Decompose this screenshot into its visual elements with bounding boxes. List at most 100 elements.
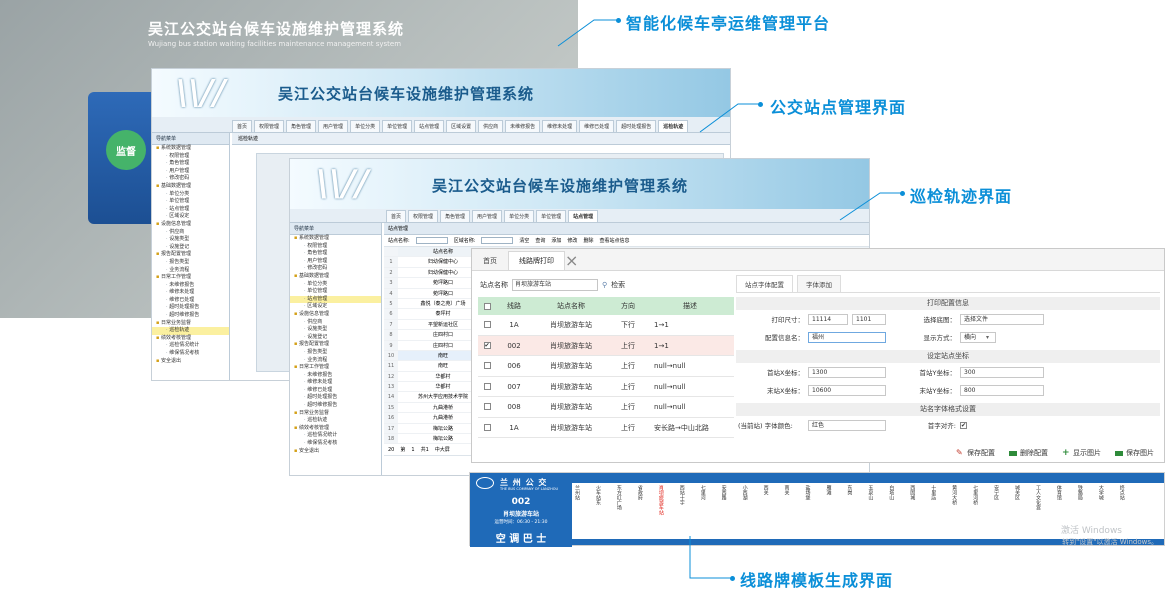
nav-item[interactable]: · 角色管理 (152, 160, 229, 168)
search-input[interactable]: 肖坝旅游车站 (512, 279, 598, 291)
tab-0[interactable]: 首页 (472, 251, 508, 270)
choose-file-button[interactable]: 选择文件 (960, 313, 1044, 325)
tab-6[interactable]: 站点管理 (414, 120, 445, 132)
nav-item[interactable]: · 维修未处理 (290, 379, 381, 387)
tab-font-config[interactable]: 站点字体配置 (736, 275, 793, 292)
search-icon[interactable]: ⚲ (602, 281, 607, 289)
station-name-input[interactable] (415, 237, 448, 244)
row-checkbox[interactable] (398, 424, 408, 433)
nav-item[interactable]: ▪ 基础数据管理 (290, 273, 381, 281)
tab-1[interactable]: 线路牌打印 (508, 251, 565, 270)
nav-item[interactable]: ▪ 报告配置管理 (152, 251, 229, 259)
row-checkbox[interactable] (483, 403, 491, 411)
tab-4[interactable]: 单位分类 (504, 210, 535, 222)
tab-13[interactable]: 巡检轨迹 (658, 120, 689, 132)
nav-item[interactable]: · 巡检情况统计 (152, 342, 229, 350)
row-checkbox[interactable] (398, 434, 408, 443)
row-checkbox[interactable] (398, 320, 408, 329)
query-button[interactable]: 查询 (535, 237, 545, 244)
show-image-button[interactable]: + 显示图片 (1062, 448, 1101, 458)
nav-item[interactable]: · 设施类型 (152, 236, 229, 244)
nav-item[interactable]: · 角色管理 (290, 250, 381, 258)
row-checkbox[interactable] (398, 289, 408, 298)
tab-10[interactable]: 维修未处理 (542, 120, 578, 132)
delete-config-button[interactable]: 删除配置 (1009, 448, 1048, 458)
tab-6[interactable]: 站点管理 (568, 210, 599, 222)
first-y-input[interactable]: 300 (960, 366, 1044, 378)
tab-4[interactable]: 单位分类 (350, 120, 381, 132)
nav-item[interactable]: · 区域设定 (290, 303, 381, 311)
tab-5[interactable]: 单位管理 (536, 210, 567, 222)
table-row[interactable]: 1A 肖坝旅游车站 上行 安长路→中山北路 (478, 418, 734, 438)
row-checkbox[interactable] (398, 278, 408, 287)
row-checkbox[interactable] (398, 361, 408, 370)
row-checkbox[interactable] (398, 268, 408, 277)
last-x-input[interactable]: 10600 (808, 384, 886, 396)
tab-0[interactable]: 首页 (232, 120, 253, 132)
nav-item[interactable]: · 维修未处理 (152, 289, 229, 297)
nav-item[interactable]: · 业务流程 (290, 357, 381, 365)
row-checkbox[interactable] (483, 382, 491, 390)
table-row[interactable]: 007 肖坝旅游车站 上行 null→null (478, 377, 734, 397)
nav-item[interactable]: · 报告类型 (290, 349, 381, 357)
row-checkbox[interactable] (398, 299, 408, 308)
row-checkbox[interactable] (398, 382, 408, 391)
nav-item[interactable]: · 供应商 (152, 229, 229, 237)
save-config-button[interactable]: ✎ 保存配置 (956, 448, 995, 458)
tab-12[interactable]: 超时处理报告 (616, 120, 657, 132)
nav-item[interactable]: · 业务流程 (152, 267, 229, 275)
tab-9[interactable]: 未维修报告 (505, 120, 541, 132)
nav-item[interactable]: · 巡检轨迹 (152, 327, 229, 335)
nav-item[interactable]: · 修改密码 (152, 175, 229, 183)
nav-item[interactable]: ▪ 系统数据管理 (152, 145, 229, 153)
save-image-button[interactable]: 保存图片 (1115, 448, 1154, 458)
tab-0[interactable]: 首页 (386, 210, 407, 222)
select-all-checkbox[interactable] (483, 302, 491, 310)
row-checkbox[interactable]: ✔ (483, 341, 491, 349)
row-checkbox[interactable] (398, 372, 408, 381)
tab-3[interactable]: 用户管理 (318, 120, 349, 132)
nav-item[interactable]: ▪ 日常工作管理 (290, 364, 381, 372)
table-row[interactable]: ✔ 002 肖坝旅游车站 上行 1→1 (478, 335, 734, 356)
row-checkbox[interactable] (398, 351, 408, 360)
print-width-input[interactable]: 11114 (808, 313, 848, 325)
delete-button[interactable]: 删除 (583, 237, 593, 244)
tab-11[interactable]: 维修已处理 (579, 120, 615, 132)
nav-item[interactable]: ▪ 日常工作管理 (152, 274, 229, 282)
last-y-input[interactable]: 800 (960, 384, 1044, 396)
tab-7[interactable]: 区域设置 (446, 120, 477, 132)
nav-item[interactable]: · 超时处理报告 (290, 394, 381, 402)
nav-item[interactable]: · 单位管理 (152, 198, 229, 206)
nav-item[interactable]: · 权限管理 (152, 153, 229, 161)
print-height-input[interactable]: 1101 (852, 313, 886, 325)
nav-item[interactable]: ▪ 设施信息管理 (152, 221, 229, 229)
search-button[interactable]: 检索 (611, 280, 625, 290)
nav-item[interactable]: · 单位分类 (152, 191, 229, 199)
nav-item[interactable]: · 超时维修报告 (152, 312, 229, 320)
row-checkbox[interactable] (483, 362, 491, 370)
nav-item[interactable]: ▪ 安全退出 (152, 358, 229, 366)
tab-1[interactable]: 权限管理 (408, 210, 439, 222)
tab-2[interactable]: 角色管理 (286, 120, 317, 132)
view-station-button[interactable]: 查看站点信息 (599, 237, 629, 244)
add-button[interactable]: 添加 (551, 237, 561, 244)
row-checkbox[interactable] (398, 403, 408, 412)
nav-item[interactable]: · 维保情况考核 (290, 440, 381, 448)
nav-item[interactable]: · 超时处理报告 (152, 304, 229, 312)
tab-font-add[interactable]: 字体添加 (797, 275, 841, 292)
font-color-select[interactable]: 红色 (808, 419, 886, 431)
row-checkbox[interactable] (483, 321, 491, 329)
close-tab-icon[interactable]: × (565, 251, 578, 270)
nav-item[interactable]: · 用户管理 (152, 168, 229, 176)
row-checkbox[interactable] (398, 392, 408, 401)
row-checkbox[interactable] (398, 413, 408, 422)
nav-item[interactable]: ▪ 安全退出 (290, 448, 381, 456)
first-align-checkbox[interactable]: ✔ (960, 421, 967, 429)
table-row[interactable]: 008 肖坝旅游车站 上行 null→null (478, 397, 734, 418)
tab-1[interactable]: 权限管理 (254, 120, 285, 132)
nav-item[interactable]: · 报告类型 (152, 259, 229, 267)
edit-button[interactable]: 修改 (567, 237, 577, 244)
nav-item[interactable]: ▪ 系统数据管理 (290, 235, 381, 243)
row-checkbox[interactable] (398, 309, 408, 318)
nav-item[interactable]: · 区域设定 (152, 213, 229, 221)
